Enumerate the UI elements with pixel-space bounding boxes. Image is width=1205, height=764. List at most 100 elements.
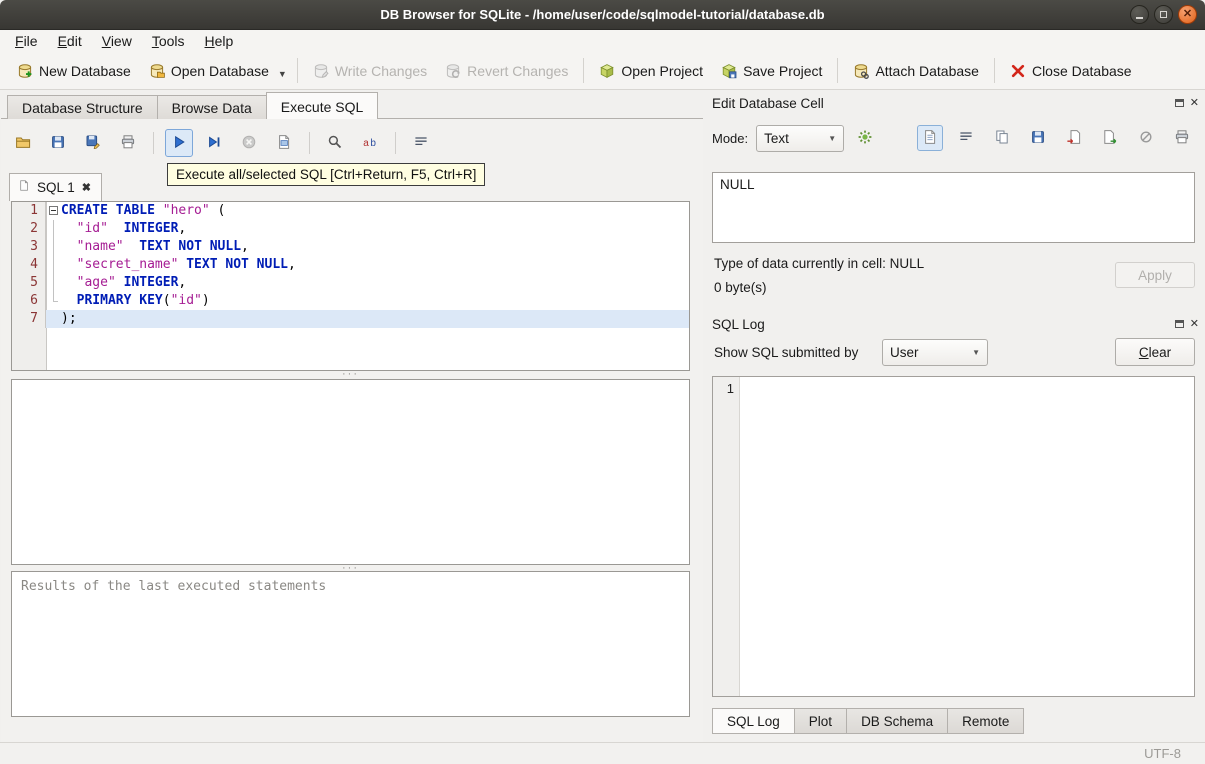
print-icon [1174,129,1190,148]
dock-close-icon[interactable]: ✕ [1190,97,1199,109]
line-number: 1 [12,202,46,220]
titlebar: DB Browser for SQLite - /home/user/code/… [0,0,1205,30]
results-grid[interactable] [11,379,690,565]
toolbar-separator [583,58,585,83]
apply-button[interactable]: Apply [1115,262,1195,288]
tab-plot[interactable]: Plot [793,708,848,734]
statusbar: UTF-8 [0,742,1205,764]
menu-edit[interactable]: Edit [48,30,92,52]
tab-browse-data[interactable]: Browse Data [156,95,267,119]
open-database-dropdown[interactable]: ▼ [278,61,291,81]
execute-line-button[interactable] [200,129,228,157]
bottom-tabbar: SQL Log Plot DB Schema Remote [712,708,1025,734]
tab-db-schema[interactable]: DB Schema [846,708,949,734]
cell-value-editor[interactable]: NULL [712,172,1195,243]
fold-column[interactable] [46,202,61,220]
tab-database-structure[interactable]: Database Structure [7,95,158,119]
clear-log-button[interactable]: Clear [1115,338,1195,366]
code-line: 2 "id" INTEGER, [12,220,689,238]
apply-format-icon [857,129,873,148]
results-message-area[interactable]: Results of the last executed statements [11,571,690,717]
save-project-button[interactable]: Save Project [712,57,831,85]
log-filter-select[interactable]: User ▼ [882,339,988,366]
tab-sql-log[interactable]: SQL Log [712,708,795,734]
open-database-button[interactable]: Open Database [140,57,278,85]
fold-column [46,238,61,256]
execute-all-button[interactable] [165,129,193,157]
save-sql-as-button[interactable] [79,129,107,157]
fold-column [46,220,61,238]
menu-file[interactable]: File [5,30,48,52]
close-button[interactable]: ✕ [1178,5,1197,24]
open-database-label: Open Database [170,62,269,79]
code-line: 6 PRIMARY KEY("id") [12,292,689,310]
set-null-icon [1138,129,1154,148]
close-database-icon [1010,63,1026,79]
window-controls: ✕ [1130,5,1197,24]
tab-execute-sql[interactable]: Execute SQL [265,92,379,119]
chevron-down-icon: ▼ [828,133,837,143]
stop-button[interactable] [235,129,263,157]
sql-log-title: SQL Log [712,316,765,332]
close-database-label: Close Database [1031,62,1132,79]
encoding-indicator[interactable]: UTF-8 [1144,746,1181,761]
menu-view[interactable]: View [92,30,142,52]
save-sql-file-button[interactable] [44,129,72,157]
sql-code-editor[interactable]: 1 CREATE TABLE "hero" ( 2 "id" INTEGER, … [11,201,690,371]
open-project-icon [599,63,615,79]
log-text [740,377,1194,696]
maximize-button[interactable] [1154,5,1173,24]
apply-format-button[interactable] [852,125,878,151]
tab-close-icon[interactable]: ✖ [82,181,91,194]
splitter-handle[interactable] [11,371,690,379]
cell-size-text: 0 byte(s) [714,280,767,295]
revert-changes-button[interactable]: Revert Changes [436,57,577,85]
open-database-icon [149,63,165,79]
dock-float-icon[interactable] [1174,99,1184,107]
save-as-button[interactable] [1025,125,1051,151]
dock-close-icon[interactable]: ✕ [1190,318,1199,330]
word-wrap-button[interactable] [407,129,435,157]
find-replace-button[interactable] [321,129,349,157]
save-results-button[interactable] [270,129,298,157]
print-cell-button[interactable] [1169,125,1195,151]
open-project-button[interactable]: Open Project [590,57,712,85]
write-changes-button[interactable]: Write Changes [304,57,436,85]
execute-tooltip: Execute all/selected SQL [Ctrl+Return, F… [167,163,486,186]
menubar: File Edit View Tools Help [0,30,1205,52]
sql-toolbar-separator [309,132,310,154]
menu-tools[interactable]: Tools [142,30,195,52]
import-button[interactable] [1061,125,1087,151]
new-database-button[interactable]: New Database [8,57,140,85]
revert-changes-icon [445,63,461,79]
fold-marker-icon[interactable] [49,206,58,215]
menu-help[interactable]: Help [195,30,244,52]
code-line: 3 "name" TEXT NOT NULL, [12,238,689,256]
open-sql-file-button[interactable] [9,129,37,157]
minimize-icon [1136,16,1143,19]
attach-database-button[interactable]: Attach Database [844,57,988,85]
word-wrap-button[interactable] [953,125,979,151]
sql-file-tab[interactable]: SQL 1 ✖ [9,173,102,201]
dock-float-icon[interactable] [1174,320,1184,328]
copy-button[interactable] [989,125,1015,151]
set-null-button[interactable] [1133,125,1159,151]
close-database-button[interactable]: Close Database [1001,57,1141,85]
auto-format-button[interactable]: ab [356,129,384,157]
stop-icon [241,134,257,153]
minimize-button[interactable] [1130,5,1149,24]
line-number: 5 [12,274,46,292]
mode-select[interactable]: Text ▼ [756,124,845,152]
sql-log-dock-header: SQL Log ✕ [712,315,1199,333]
line-number: 6 [12,292,46,310]
print-sql-button[interactable] [114,129,142,157]
fold-column [46,274,61,292]
new-database-label: New Database [39,62,131,79]
text-mode-button[interactable] [917,125,943,151]
code-line-current: 7 ); [12,310,689,328]
mode-value: Text [764,130,789,146]
sql-log-area[interactable]: 1 [712,376,1195,697]
tab-remote[interactable]: Remote [947,708,1025,734]
export-button[interactable] [1097,125,1123,151]
sql-toolbar-separator [395,132,396,154]
